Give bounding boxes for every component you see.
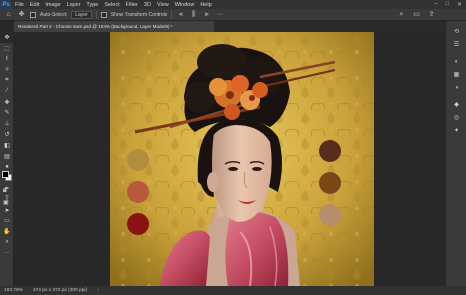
history-panel-icon[interactable]: ⟲ (446, 25, 466, 38)
history-brush-icon[interactable]: ↺ (0, 129, 14, 140)
swatch-left-1[interactable] (127, 149, 149, 171)
show-transform-checkbox[interactable] (100, 11, 107, 18)
align-center-icon[interactable]: ⫼ (189, 11, 198, 19)
properties-panel-icon[interactable]: ☰ (446, 38, 466, 51)
menu-select[interactable]: Select (101, 2, 122, 8)
app-logo: Ps (0, 0, 12, 9)
channels-panel-icon[interactable]: ◎ (446, 111, 466, 124)
clone-stamp-icon[interactable]: ⊥ (0, 118, 14, 129)
adjustments-panel-icon[interactable]: ◑ (446, 81, 466, 94)
move-icon[interactable]: ✥ (0, 32, 14, 43)
swatch-right-3[interactable] (319, 204, 341, 226)
menu-window[interactable]: Window (172, 2, 198, 8)
eraser-icon[interactable]: ◧ (0, 140, 14, 151)
eyedropper-icon[interactable]: ⁄ (0, 86, 14, 97)
menu-3d[interactable]: 3D (141, 2, 154, 8)
lasso-icon[interactable]: ℓ (0, 54, 14, 65)
more-options-icon[interactable]: ··· (215, 11, 224, 19)
auto-select-label: Auto-Select: (40, 11, 68, 18)
share-icon[interactable]: ⇪ (427, 11, 436, 19)
swatch-left-3[interactable] (127, 213, 149, 235)
layer-select-dropdown[interactable]: Layer (71, 10, 92, 19)
crop-icon[interactable]: ⌗ (0, 75, 14, 86)
menu-help[interactable]: Help (197, 2, 214, 8)
menu-bar: Ps File Edit Image Layer Type Select Fil… (0, 0, 466, 9)
gradient-icon[interactable]: ▤ (0, 151, 14, 162)
menu-view[interactable]: View (154, 2, 172, 8)
path-select-icon[interactable]: ➤ (0, 205, 14, 216)
canvas-area[interactable] (14, 32, 445, 286)
auto-select-checkbox[interactable] (30, 11, 36, 18)
swatches-panel-icon[interactable]: ▦ (446, 68, 466, 81)
close-button[interactable]: ✕ (457, 1, 462, 8)
status-bar: 103.78% 474 px x 372 px (300 ppi) › (0, 286, 466, 295)
menu-file[interactable]: File (12, 2, 27, 8)
search-icon[interactable]: ⌕ (397, 11, 406, 19)
menu-edit[interactable]: Edit (27, 2, 42, 8)
status-arrow-icon[interactable]: › (97, 288, 99, 293)
workspace-icon[interactable]: ▭ (412, 11, 421, 19)
document-info: 474 px x 372 px (300 ppi) (32, 288, 88, 293)
menu-layer[interactable]: Layer (64, 2, 84, 8)
align-left-icon[interactable]: ⫷ (176, 11, 185, 19)
move-tool-preset-icon[interactable]: ✥ (17, 11, 26, 19)
options-bar: ⌂ ✥ Auto-Select: Layer Show Transform Co… (0, 9, 466, 21)
menu-type[interactable]: Type (83, 2, 101, 8)
menu-filter[interactable]: Filter (123, 2, 141, 8)
window-controls: – □ ✕ (434, 1, 462, 8)
divider (95, 10, 97, 19)
quick-mask-icon[interactable]: ◙ (3, 188, 7, 194)
document-canvas[interactable] (110, 32, 374, 286)
document-tab-bar: Rendered Part 2 - Choose swm.psd @ 104% … (14, 21, 445, 32)
swatch-right-2[interactable] (319, 172, 341, 194)
align-right-icon[interactable]: ⫸ (202, 11, 211, 19)
menu-image[interactable]: Image (42, 2, 63, 8)
swatch-left-2[interactable] (127, 181, 149, 203)
screen-mode-icon[interactable]: ▣ (3, 199, 9, 206)
marquee-icon[interactable]: ⬚ (0, 43, 14, 54)
panel-dock: ⟲ ☰ ◐ ▦ ◑ ◆ ◎ ✦ (445, 21, 466, 295)
zoom-level[interactable]: 103.78% (4, 288, 23, 293)
zoom-icon[interactable]: ⌕ (0, 237, 14, 248)
foreground-color-swatch[interactable] (2, 171, 9, 178)
tools-panel: ✥ ⬚ ℓ ✧ ⌗ ⁄ ✚ ✎ ⊥ ↺ ◧ ▤ ● ○ ✒ T ➤ ▭ ✋ ⌕ … (0, 32, 14, 286)
rectangle-icon[interactable]: ▭ (0, 216, 14, 227)
magic-wand-icon[interactable]: ✧ (0, 64, 14, 75)
layers-panel-icon[interactable]: ◆ (446, 98, 466, 111)
home-icon[interactable]: ⌂ (4, 11, 13, 19)
brush-icon[interactable]: ✎ (0, 108, 14, 119)
maximize-button[interactable]: □ (445, 1, 449, 8)
healing-icon[interactable]: ✚ (0, 97, 14, 108)
paths-panel-icon[interactable]: ✦ (446, 124, 466, 137)
palette-swatches (127, 140, 341, 235)
more-tools-icon[interactable]: ··· (0, 248, 14, 259)
options-right: ⌕ ▭ ⇪ (397, 11, 436, 19)
document-tab[interactable]: Rendered Part 2 - Choose swm.psd @ 104% … (14, 21, 214, 32)
swatch-right-1[interactable] (319, 140, 341, 162)
color-panel-icon[interactable]: ◐ (446, 55, 466, 68)
minimize-button[interactable]: – (434, 1, 437, 8)
hand-icon[interactable]: ✋ (0, 226, 14, 237)
show-transform-label: Show Transform Controls (110, 11, 168, 18)
divider (171, 10, 173, 19)
